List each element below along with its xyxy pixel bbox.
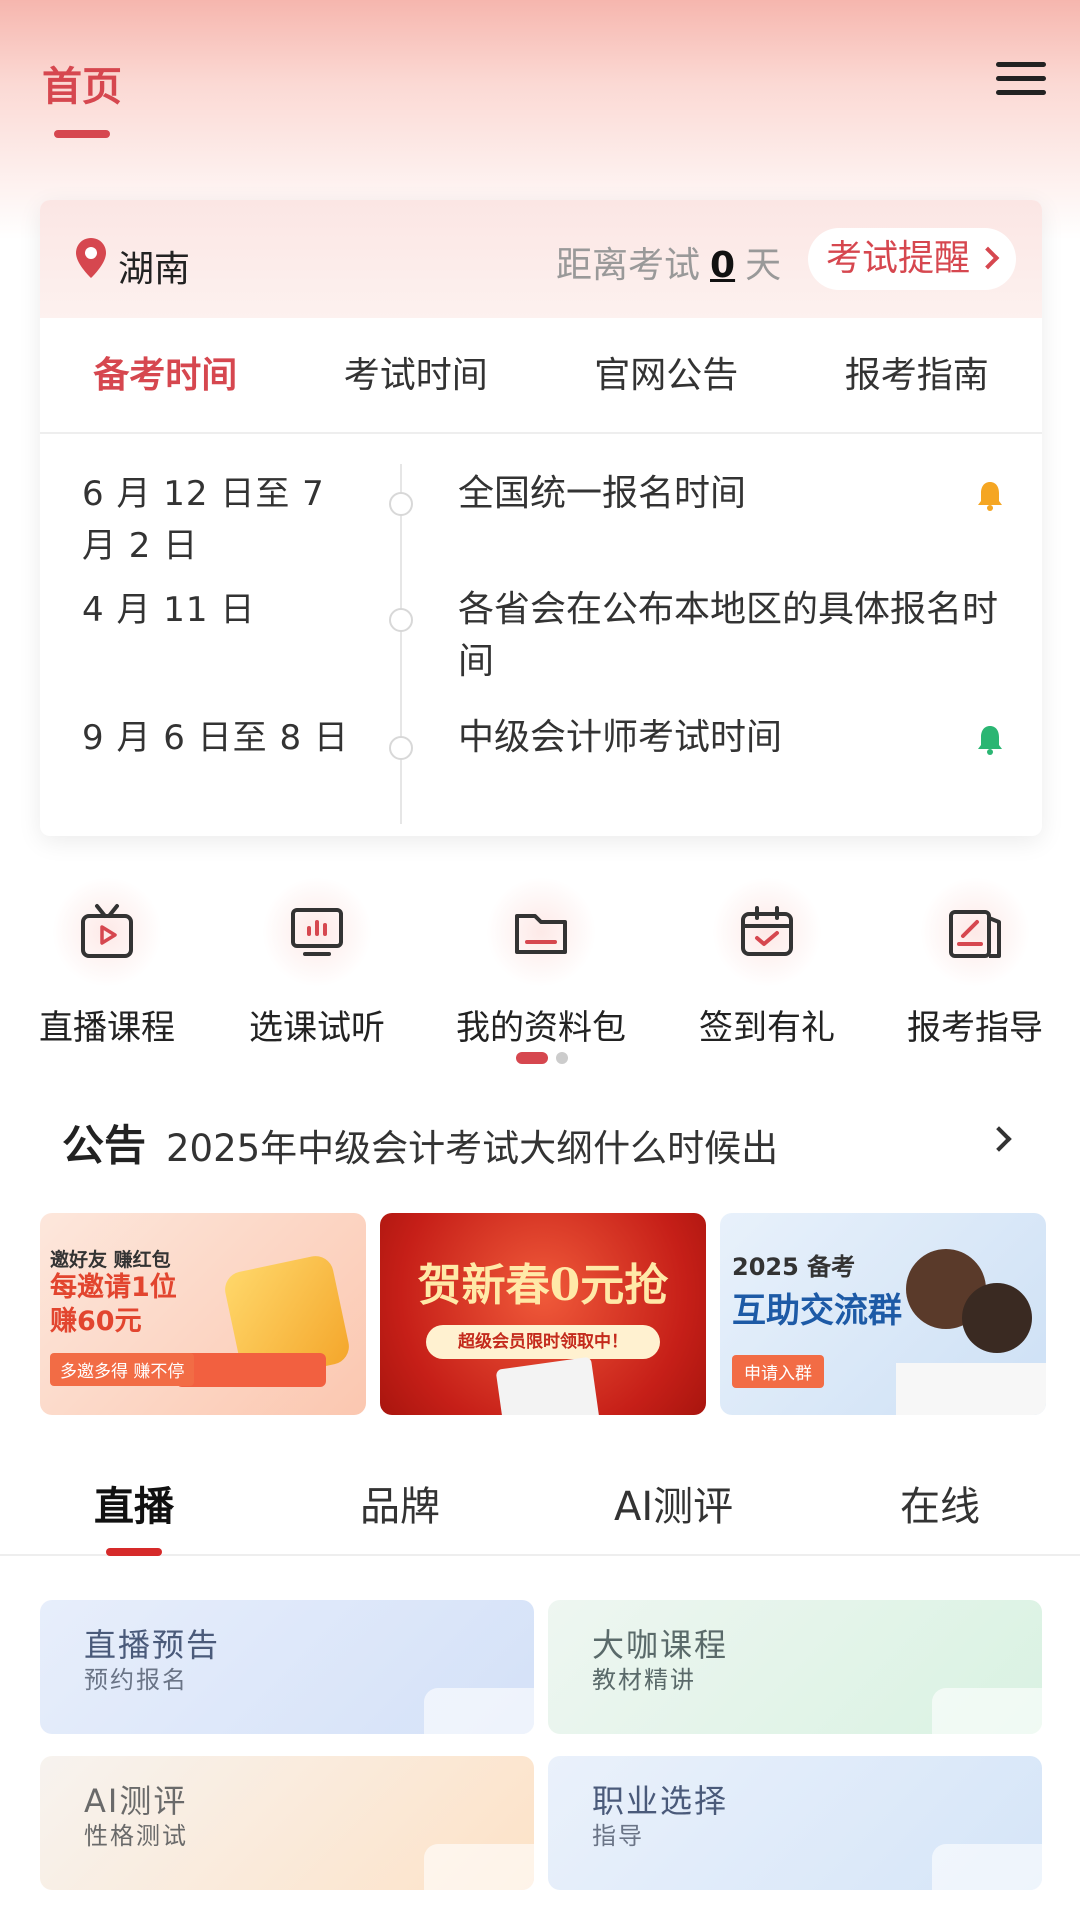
tile-subtitle: 预约报名 — [84, 1666, 188, 1694]
tab-prep-time[interactable]: 备考时间 — [40, 318, 291, 432]
active-title-indicator — [54, 130, 110, 138]
tab-registration-guide[interactable]: 报考指南 — [792, 318, 1043, 432]
folder-icon — [487, 878, 595, 986]
exam-reminder-label: 考试提醒 — [825, 238, 970, 279]
smile-face-icon — [424, 1844, 534, 1890]
page-title[interactable]: 首页 — [42, 54, 122, 112]
timeline-date: 4 月 11 日 — [82, 590, 256, 630]
exam-tabs: 备考时间 考试时间 官网公告 报考指南 — [40, 318, 1042, 434]
banner-headline: 贺新春0元抢 — [417, 1260, 669, 1311]
quick-menu: 直播课程 选课试听 我的资料包 签到有礼 报考指导 — [0, 878, 1080, 1048]
timeline-dot — [389, 608, 413, 632]
announcement-tag: 公告 — [62, 1121, 147, 1170]
timeline-dot — [389, 736, 413, 760]
banner-invite-friends[interactable]: 邀好友 赚红包 每邀请1位 赚60元 多邀多得 赚不停 — [40, 1213, 366, 1415]
carousel-dot[interactable] — [556, 1052, 568, 1064]
tile-career-choice[interactable]: 职业选择 指导 — [548, 1756, 1042, 1890]
monitor-chart-icon — [263, 878, 371, 986]
tv-play-icon — [53, 878, 161, 986]
province-selector[interactable]: 湖南 — [118, 240, 190, 292]
banner-chip: 申请入群 — [732, 1355, 824, 1388]
podium-illustration — [176, 1353, 326, 1387]
tile-live-preview[interactable]: 直播预告 预约报名 — [40, 1600, 534, 1734]
banner-headline: 互助交流群 — [732, 1291, 902, 1331]
briefcase-icon — [932, 1844, 1042, 1890]
banner-headline: 每邀请1位 赚60元 — [50, 1271, 177, 1339]
carousel-indicator — [516, 1052, 576, 1066]
tab-official-notice[interactable]: 官网公告 — [541, 318, 792, 432]
timeline-date: 6 月 12 日至 7 月 2 日 — [82, 474, 325, 566]
banner-text: 邀好友 赚红包 — [50, 1249, 171, 1271]
timeline-date: 9 月 6 日至 8 日 — [82, 718, 349, 758]
exam-info-card: 湖南 距离考试 0 天 考试提醒 备考时间 考试时间 官网公告 报考指南 6 月 1… — [40, 200, 1042, 836]
quick-item-label: 选课试听 — [249, 1008, 385, 1048]
card-illustration — [495, 1356, 601, 1415]
header: 首页 — [0, 40, 1080, 160]
chevron-right-icon — [986, 1126, 1012, 1152]
banner-text: 2025 备考 — [732, 1253, 856, 1281]
active-tab-indicator — [106, 1548, 162, 1556]
person-illustration — [962, 1283, 1032, 1353]
banner-headline-line: 赚60元 — [50, 1306, 142, 1337]
banner-study-group[interactable]: 2025 备考 互助交流群 申请入群 — [720, 1213, 1046, 1415]
calendar-check-icon — [713, 878, 821, 986]
timeline-text: 中级会计师考试时间 — [458, 717, 783, 758]
exam-timeline: 6 月 12 日至 7 月 2 日 全国统一报名时间 4 月 11 日 各省会在… — [40, 434, 1042, 834]
quick-item-checkin[interactable]: 签到有礼 — [672, 878, 862, 1049]
tab-ai-assessment[interactable]: AI测评 — [614, 1474, 733, 1532]
content-tabs: 直播 品牌 AI测评 在线 — [0, 1456, 1080, 1556]
video-camera-icon — [424, 1688, 534, 1734]
tile-expert-course[interactable]: 大咖课程 教材精讲 — [548, 1600, 1042, 1734]
tab-live[interactable]: 直播 — [94, 1474, 174, 1532]
chevron-right-icon — [976, 246, 1000, 270]
carousel-dot-active — [516, 1052, 548, 1064]
tab-exam-time[interactable]: 考试时间 — [291, 318, 542, 432]
desk-illustration — [896, 1363, 1046, 1415]
banner-chip: 多邀多得 赚不停 — [50, 1353, 195, 1386]
timeline-line — [400, 464, 402, 824]
tile-subtitle: 性格测试 — [84, 1822, 188, 1850]
banner-subtitle: 超级会员限时领取中！ — [426, 1325, 660, 1359]
quick-item-label: 我的资料包 — [456, 1008, 626, 1048]
countdown-days: 0 — [710, 245, 736, 286]
graduation-cap-icon — [932, 1688, 1042, 1734]
quick-item-label: 签到有礼 — [699, 1008, 835, 1048]
banner-new-year-promo[interactable]: 贺新春0元抢 超级会员限时领取中！ — [380, 1213, 706, 1415]
timeline-dot — [389, 492, 413, 516]
hamburger-menu-icon[interactable] — [996, 62, 1046, 102]
quick-item-exam-guidance[interactable]: 报考指导 — [880, 878, 1070, 1049]
exam-reminder-button[interactable]: 考试提醒 — [807, 228, 1016, 290]
guide-book-icon — [921, 878, 1029, 986]
quick-item-label: 直播课程 — [39, 1008, 175, 1048]
bell-icon[interactable] — [976, 480, 1004, 512]
exam-card-header: 湖南 距离考试 0 天 考试提醒 — [40, 200, 1042, 318]
timeline-text: 各省会在公布本地区的具体报名时间 — [458, 589, 999, 682]
exam-countdown: 距离考试 0 天 — [556, 236, 781, 288]
tab-brand[interactable]: 品牌 — [360, 1474, 440, 1532]
countdown-suffix: 天 — [745, 245, 782, 286]
tab-online[interactable]: 在线 — [900, 1474, 980, 1532]
quick-item-label: 报考指导 — [907, 1008, 1043, 1048]
timeline-text: 全国统一报名时间 — [458, 473, 747, 514]
announcement-bar[interactable]: 公告 2025年中级会计考试大纲什么时候出 — [62, 1112, 1022, 1172]
quick-item-live-course[interactable]: 直播课程 — [12, 878, 202, 1049]
tile-subtitle: 指导 — [592, 1822, 644, 1850]
banner-headline-line: 每邀请1位 — [50, 1272, 177, 1303]
countdown-prefix: 距离考试 — [556, 245, 701, 286]
quick-item-my-materials[interactable]: 我的资料包 — [446, 878, 636, 1049]
announcement-text: 2025年中级会计考试大纲什么时候出 — [166, 1127, 779, 1170]
bell-icon[interactable] — [976, 724, 1004, 756]
tile-subtitle: 教材精讲 — [592, 1666, 696, 1694]
tile-ai-assessment[interactable]: AI测评 性格测试 — [40, 1756, 534, 1890]
location-pin-icon — [76, 238, 106, 278]
quick-item-trial-class[interactable]: 选课试听 — [222, 878, 412, 1049]
